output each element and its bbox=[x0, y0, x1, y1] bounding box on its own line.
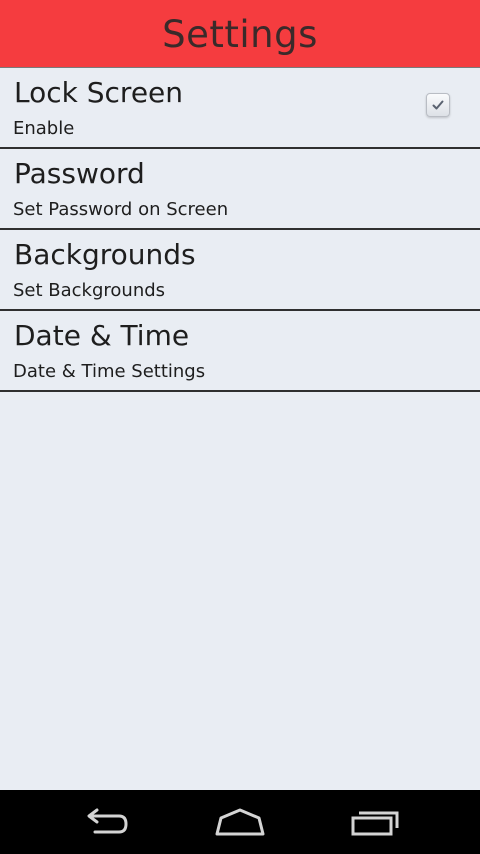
settings-item-password[interactable]: Password Set Password on Screen bbox=[0, 149, 480, 230]
home-button[interactable] bbox=[212, 806, 268, 838]
settings-item-title: Lock Screen bbox=[14, 76, 184, 109]
settings-item-title: Date & Time bbox=[14, 319, 190, 352]
recent-apps-icon bbox=[351, 811, 399, 836]
recent-apps-button[interactable] bbox=[347, 806, 403, 838]
settings-item-subtitle: Date & Time Settings bbox=[13, 361, 206, 382]
settings-item-title: Backgrounds bbox=[14, 238, 196, 271]
settings-list: Lock Screen Enable Password Set Password… bbox=[0, 68, 480, 392]
home-icon bbox=[215, 808, 265, 836]
page-title: Settings bbox=[162, 13, 318, 56]
system-navigation-bar bbox=[0, 790, 480, 854]
settings-item-subtitle: Set Backgrounds bbox=[13, 280, 166, 301]
settings-item-backgrounds[interactable]: Backgrounds Set Backgrounds bbox=[0, 230, 480, 311]
back-button[interactable] bbox=[79, 806, 135, 838]
settings-item-title: Password bbox=[14, 157, 145, 190]
lock-screen-checkbox[interactable] bbox=[426, 93, 450, 117]
back-icon bbox=[87, 808, 128, 834]
settings-item-date-time[interactable]: Date & Time Date & Time Settings bbox=[0, 311, 480, 392]
settings-item-subtitle: Enable bbox=[13, 118, 75, 139]
app-header: Settings bbox=[0, 0, 480, 68]
settings-item-subtitle: Set Password on Screen bbox=[13, 199, 229, 220]
settings-item-lock-screen[interactable]: Lock Screen Enable bbox=[0, 68, 480, 149]
checkmark-icon bbox=[432, 100, 444, 110]
